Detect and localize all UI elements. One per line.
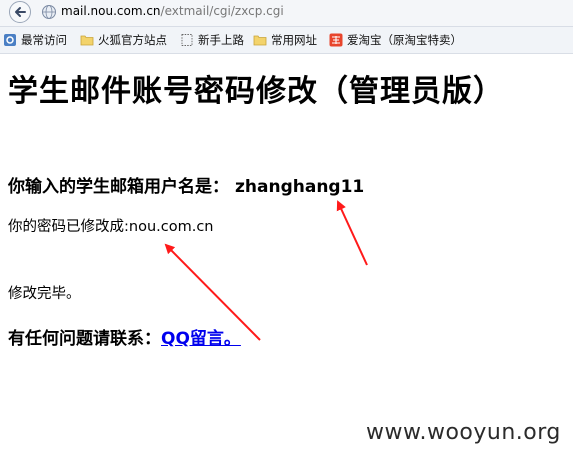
username-label: 你输入的学生邮箱用户名是： bbox=[8, 177, 229, 197]
bookmark-ai-taobao[interactable]: 爱淘宝（原淘宝特卖） bbox=[329, 32, 462, 48]
bookmark-most-visited[interactable]: 最常访问 bbox=[3, 32, 67, 48]
username-heading: 你输入的学生邮箱用户名是： zhanghang11 bbox=[8, 172, 364, 197]
bookmark-firefox-official[interactable]: 火狐官方站点 bbox=[80, 32, 167, 48]
folder-icon bbox=[80, 35, 94, 46]
url-host: mail.nou.com.cn bbox=[61, 4, 161, 18]
annotation-arrow bbox=[336, 200, 368, 266]
bookmark-label: 常用网址 bbox=[271, 33, 317, 47]
username-value: zhanghang11 bbox=[235, 177, 365, 197]
url-path: /extmail/cgi/zxcp.cgi bbox=[160, 4, 284, 18]
bookmark-common-sites[interactable]: 常用网址 bbox=[253, 32, 317, 48]
bookmarks-bar: 最常访问 火狐官方站点 新手上路 常用网址 爱淘宝（原淘宝特卖） bbox=[0, 27, 573, 54]
back-arrow-icon bbox=[15, 7, 26, 17]
password-changed-text: 你的密码已修改成:nou.com.cn bbox=[8, 219, 214, 235]
bookmark-label: 最常访问 bbox=[21, 33, 67, 47]
globe-icon bbox=[42, 5, 56, 19]
contact-heading: 有任何问题请联系：QQ留言。 bbox=[8, 324, 241, 349]
page: mail.nou.com.cn/extmail/cgi/zxcp.cgi 最常访… bbox=[0, 0, 573, 461]
contact-label: 有任何问题请联系： bbox=[8, 329, 161, 349]
bookmark-label: 新手上路 bbox=[198, 33, 244, 47]
done-text: 修改完毕。 bbox=[8, 286, 81, 302]
watermark: www.wooyun.org bbox=[366, 420, 561, 445]
bookmark-getting-started[interactable]: 新手上路 bbox=[180, 32, 244, 48]
qq-message-link[interactable]: QQ留言。 bbox=[161, 329, 241, 349]
address-bar: mail.nou.com.cn/extmail/cgi/zxcp.cgi bbox=[0, 0, 573, 27]
bookmark-label: 火狐官方站点 bbox=[98, 33, 167, 47]
folder-icon bbox=[253, 35, 267, 46]
bookmark-gear-icon bbox=[4, 34, 16, 46]
bookmark-label: 爱淘宝（原淘宝特卖） bbox=[347, 33, 462, 47]
back-button[interactable] bbox=[9, 1, 31, 23]
page-title: 学生邮件账号密码修改（管理员版） bbox=[8, 74, 504, 109]
taobao-icon bbox=[329, 33, 343, 47]
dotted-page-icon bbox=[181, 34, 193, 46]
url-field[interactable]: mail.nou.com.cn/extmail/cgi/zxcp.cgi bbox=[61, 4, 284, 18]
